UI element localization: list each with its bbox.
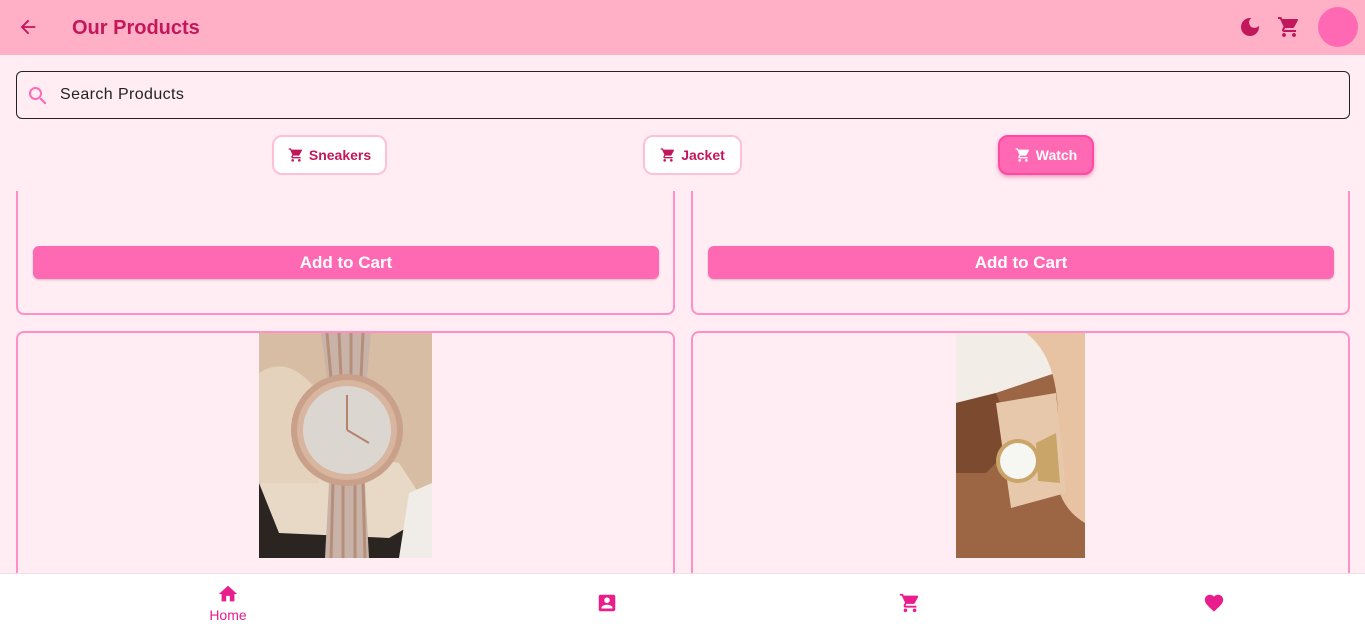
moon-icon <box>1241 18 1259 36</box>
cart-icon <box>288 148 302 162</box>
search-bar <box>16 71 1350 119</box>
profile-icon <box>598 594 616 612</box>
watch-image <box>259 333 432 558</box>
category-label: Sneakers <box>308 147 372 163</box>
cart-icon <box>1015 148 1029 162</box>
nav-label: Home <box>209 607 247 623</box>
nav-item-home[interactable]: Home <box>178 574 278 631</box>
category-label: Watch <box>1035 147 1078 163</box>
product-card[interactable] <box>691 331 1350 573</box>
avatar[interactable] <box>1318 7 1358 47</box>
search-input[interactable] <box>60 82 1320 108</box>
product-image-watch[interactable] <box>956 333 1085 558</box>
add-to-cart-button[interactable]: Add to Cart <box>33 246 659 279</box>
category-chip-jacket[interactable]: Jacket <box>643 135 742 175</box>
category-label: Jacket <box>681 147 725 163</box>
heart-icon <box>1204 594 1224 612</box>
cart-button[interactable] <box>1277 15 1301 39</box>
category-chip-sneakers[interactable]: Sneakers <box>272 135 387 175</box>
cart-icon <box>899 593 919 613</box>
product-card: Add to Cart <box>16 191 675 315</box>
back-button[interactable] <box>14 13 42 41</box>
product-image-watch[interactable] <box>259 333 432 558</box>
add-to-cart-button[interactable]: Add to Cart <box>708 246 1334 279</box>
product-card: Add to Cart <box>691 191 1350 315</box>
nav-item-cart[interactable] <box>860 574 960 631</box>
product-grid[interactable]: Add to Cart Add to Cart <box>0 191 1365 573</box>
category-chip-watch[interactable]: Watch <box>998 135 1094 175</box>
theme-toggle-button[interactable] <box>1238 15 1262 39</box>
search-icon <box>29 87 47 105</box>
nav-item-favorites[interactable] <box>1164 574 1264 631</box>
cart-icon <box>1278 17 1299 37</box>
watch-image <box>956 333 1085 558</box>
home-icon <box>218 585 238 602</box>
bottom-navigation: Home <box>0 573 1365 631</box>
app-bar: Our Products <box>0 0 1365 55</box>
product-card[interactable] <box>16 331 675 573</box>
page-title: Our Products <box>72 17 200 39</box>
arrow-back-icon <box>20 19 36 35</box>
cart-icon <box>660 148 675 162</box>
nav-item-profile[interactable] <box>557 574 657 631</box>
